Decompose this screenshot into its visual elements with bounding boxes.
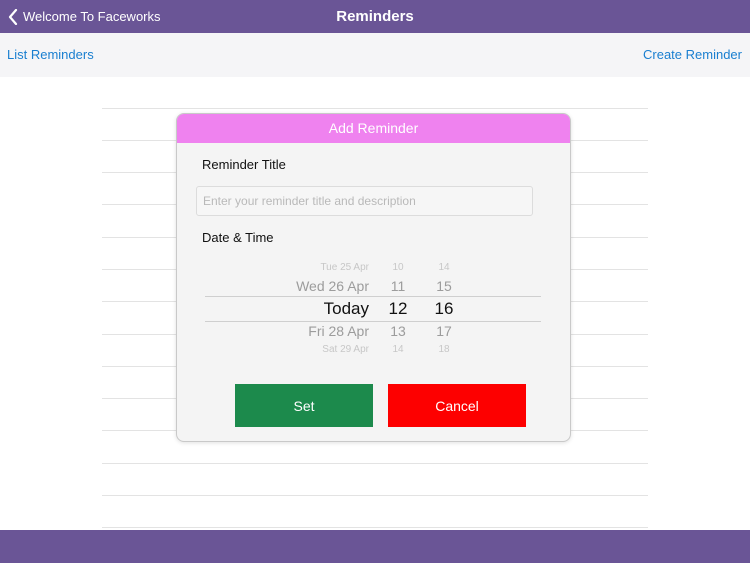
cancel-button[interactable]: Cancel [388,384,526,427]
picker-day-column[interactable]: Tue 25 Apr Wed 26 Apr Today Fri 28 Apr S… [245,260,369,356]
picker-hour-option[interactable]: 11 [381,278,415,294]
picker-day-option[interactable]: Sat 29 Apr [245,344,369,355]
reminder-title-label: Reminder Title [202,157,286,172]
list-row-divider [102,108,648,109]
picker-hour-column[interactable]: 10 11 12 13 14 [381,260,415,356]
set-button[interactable]: Set [235,384,373,427]
date-time-label: Date & Time [202,230,274,245]
list-row-divider [102,495,648,496]
back-button-label: Welcome To Faceworks [23,9,161,24]
back-button[interactable]: Welcome To Faceworks [8,0,161,33]
picker-hour-option[interactable]: 10 [381,262,415,273]
add-reminder-dialog: Add Reminder Reminder Title Date & Time … [176,113,571,442]
dialog-title: Add Reminder [177,114,570,143]
picker-day-option[interactable]: Fri 28 Apr [245,323,369,339]
picker-hour-option[interactable]: 13 [381,323,415,339]
picker-hour-selected[interactable]: 12 [381,299,415,319]
picker-minute-column[interactable]: 14 15 16 17 18 [427,260,461,356]
date-time-picker[interactable]: Tue 25 Apr Wed 26 Apr Today Fri 28 Apr S… [205,260,541,356]
chevron-left-icon [8,8,18,25]
create-reminder-link[interactable]: Create Reminder [643,33,742,77]
picker-minute-option[interactable]: 17 [427,323,461,339]
picker-day-selected[interactable]: Today [245,299,369,319]
picker-minute-option[interactable]: 15 [427,278,461,294]
bottom-bar [0,530,750,563]
list-reminders-link[interactable]: List Reminders [7,33,94,77]
picker-minute-option[interactable]: 14 [427,262,461,273]
list-row-divider [102,527,648,528]
picker-minute-selected[interactable]: 16 [427,299,461,319]
list-row-divider [102,463,648,464]
toolbar: List Reminders Create Reminder [0,33,750,77]
navigation-bar: Welcome To Faceworks Reminders [0,0,750,33]
picker-day-option[interactable]: Wed 26 Apr [245,278,369,294]
picker-minute-option[interactable]: 18 [427,344,461,355]
picker-hour-option[interactable]: 14 [381,344,415,355]
picker-day-option[interactable]: Tue 25 Apr [245,262,369,273]
reminder-title-input[interactable] [196,186,533,216]
